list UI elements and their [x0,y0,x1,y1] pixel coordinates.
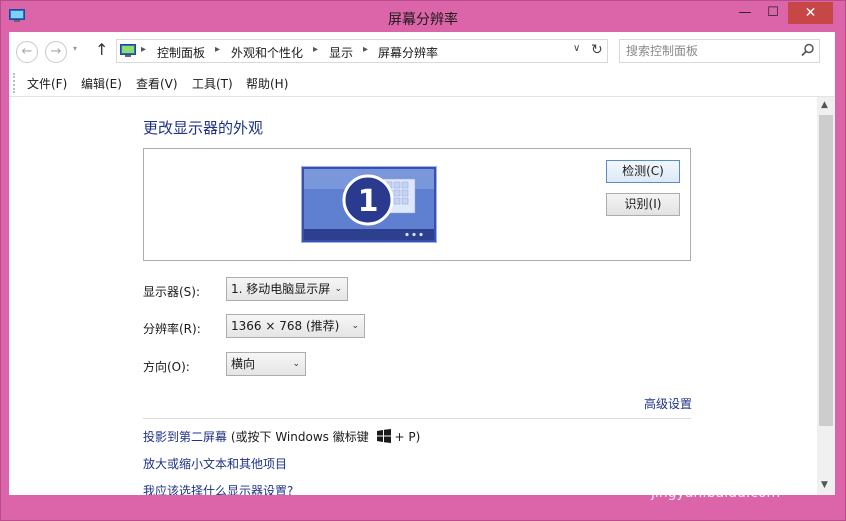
display-select[interactable]: 1. 移动电脑显示屏 ⌄ [226,277,348,301]
breadcrumb-appearance[interactable]: 外观和个性化 [231,44,303,61]
title-bar[interactable]: 屏幕分辨率 — ☐ ✕ [1,1,845,33]
search-box[interactable] [619,39,820,63]
maximize-button[interactable]: ☐ [759,2,787,24]
identify-button[interactable]: 识别(I) [606,193,680,216]
breadcrumb-screen-resolution[interactable]: 屏幕分辨率 [378,44,438,61]
divider [143,418,691,419]
baidu-watermark: Baidu 经验 jingyan.baidu.com [641,411,841,511]
window-title: 屏幕分辨率 [388,12,458,28]
breadcrumb-separator[interactable]: ▸ [215,44,220,55]
resolution-label: 分辨率(R): [143,322,201,336]
monitor-1-thumbnail[interactable]: 1 [301,166,437,243]
page-title: 更改显示器的外观 [143,119,264,137]
resolution-select[interactable]: 1366 × 768 (推荐) ⌄ [226,314,365,338]
refresh-icon[interactable]: ↻ [591,42,603,58]
menu-view[interactable]: 查看(V) [136,75,178,92]
forward-button[interactable]: → [45,41,67,63]
breadcrumb-control-panel[interactable]: 控制面板 [157,44,205,61]
scroll-up-arrow-icon[interactable]: ▲ [821,100,828,110]
menu-bar: 文件(F) 编辑(E) 查看(V) 工具(T) 帮助(H) [9,69,835,97]
orientation-select[interactable]: 横向 ⌄ [226,352,306,376]
menu-file[interactable]: 文件(F) [27,75,67,92]
menu-grip [13,73,15,93]
project-hint-text: (或按下 Windows 徽标键 [227,430,369,444]
breadcrumb-display[interactable]: 显示 [329,44,353,61]
display-select-value: 1. 移动电脑显示屏 [231,282,331,296]
windows-logo-icon [376,429,391,443]
monitor-arrangement-panel: 1 检测(C) 识别(I) [143,148,691,261]
monitor-number-label: 1 [358,184,379,219]
which-settings-link[interactable]: 我应该选择什么显示器设置? [143,482,293,495]
chevron-down-icon: ⌄ [351,321,359,331]
breadcrumb-separator[interactable]: ▸ [363,44,368,55]
menu-help[interactable]: 帮助(H) [246,75,288,92]
breadcrumb-separator[interactable]: ▸ [313,44,318,55]
back-button[interactable]: ← [16,41,38,63]
display-label: 显示器(S): [143,285,201,299]
watermark-url: jingyan.baidu.com [651,485,781,501]
text-size-link[interactable]: 放大或缩小文本和其他项目 [143,455,287,472]
scroll-thumb[interactable] [819,115,833,426]
close-button[interactable]: ✕ [788,2,833,24]
project-row: 投影到第二屏幕 (或按下 Windows 徽标键 + P) [143,428,420,445]
watermark-logo: Baidu 经验 [649,451,812,486]
orientation-label: 方向(O): [143,360,190,374]
recent-locations-dropdown[interactable]: ▾ [73,44,77,53]
menu-tools[interactable]: 工具(T) [192,75,233,92]
control-panel-icon [120,44,136,57]
minimize-button[interactable]: — [731,2,759,24]
breadcrumb-separator[interactable]: ▸ [141,44,146,55]
address-bar[interactable]: ▸ 控制面板 ▸ 外观和个性化 ▸ 显示 ▸ 屏幕分辨率 ∨ ↻ [116,39,608,63]
resolution-select-value: 1366 × 768 (推荐) [231,319,340,333]
project-second-screen-link[interactable]: 投影到第二屏幕 [143,430,227,444]
address-history-dropdown[interactable]: ∨ [573,43,580,54]
project-hint-suffix: + P) [394,430,421,444]
detect-button[interactable]: 检测(C) [606,160,680,183]
chevron-down-icon: ⌄ [292,359,300,369]
window-frame: 屏幕分辨率 — ☐ ✕ ← → ▾ ↑ ▸ 控制面板 ▸ 外观和个性化 ▸ 显示 [0,0,846,521]
search-input[interactable] [626,43,796,59]
search-icon[interactable] [801,43,815,57]
chevron-down-icon: ⌄ [334,284,342,294]
orientation-select-value: 横向 [231,357,256,371]
address-row: ← → ▾ ↑ ▸ 控制面板 ▸ 外观和个性化 ▸ 显示 ▸ 屏幕分辨率 ∨ ↻ [9,32,835,67]
menu-edit[interactable]: 编辑(E) [81,75,122,92]
advanced-settings-link[interactable]: 高级设置 [644,395,692,412]
up-button[interactable]: ↑ [95,40,108,59]
